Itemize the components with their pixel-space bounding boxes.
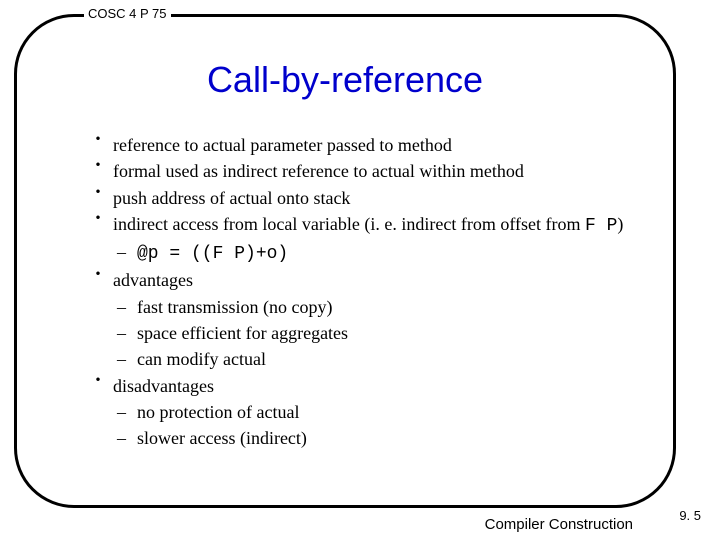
slide-frame: Call-by-reference reference to actual pa… — [14, 14, 676, 508]
bullet-item: push address of actual onto stack — [89, 186, 633, 210]
sub-text: can modify actual — [137, 349, 266, 369]
bullet-text: formal used as indirect reference to act… — [113, 161, 524, 181]
slide: COSC 4 P 75 Call-by-reference reference … — [0, 0, 719, 539]
bullet-text-mono: F P — [585, 216, 617, 236]
bullet-item: reference to actual parameter passed to … — [89, 133, 633, 157]
sub-item: fast transmission (no copy) — [113, 295, 633, 319]
sub-list: fast transmission (no copy) space effici… — [113, 295, 633, 372]
sub-item: can modify actual — [113, 347, 633, 371]
bullet-item: formal used as indirect reference to act… — [89, 159, 633, 183]
bullet-text: ) — [617, 214, 623, 234]
sub-text: no protection of actual — [137, 402, 299, 422]
bullet-item: advantages fast transmission (no copy) s… — [89, 268, 633, 371]
bullet-item: indirect access from local variable (i. … — [89, 212, 633, 267]
slide-content: reference to actual parameter passed to … — [17, 133, 673, 451]
sub-item: @p = ((F P)+o) — [113, 240, 633, 266]
slide-number: 9. 5 — [679, 508, 701, 523]
bullet-text: push address of actual onto stack — [113, 188, 350, 208]
sub-item: no protection of actual — [113, 400, 633, 424]
sub-text-mono: @p = ((F P)+o) — [137, 244, 288, 264]
sub-item: space efficient for aggregates — [113, 321, 633, 345]
slide-title: Call-by-reference — [17, 59, 673, 101]
footer-title: Compiler Construction — [485, 516, 633, 533]
bullet-item: disadvantages no protection of actual sl… — [89, 374, 633, 451]
sub-text: slower access (indirect) — [137, 428, 307, 448]
bullet-text: advantages — [113, 270, 193, 290]
bullet-text: reference to actual parameter passed to … — [113, 135, 452, 155]
sub-text: space efficient for aggregates — [137, 323, 348, 343]
bullet-text: indirect access from local variable (i. … — [113, 214, 585, 234]
sub-list: @p = ((F P)+o) — [113, 240, 633, 266]
sub-list: no protection of actual slower access (i… — [113, 400, 633, 451]
course-label: COSC 4 P 75 — [84, 6, 171, 21]
sub-item: slower access (indirect) — [113, 426, 633, 450]
bullet-text: disadvantages — [113, 376, 214, 396]
sub-text: fast transmission (no copy) — [137, 297, 332, 317]
bullet-list: reference to actual parameter passed to … — [89, 133, 633, 451]
